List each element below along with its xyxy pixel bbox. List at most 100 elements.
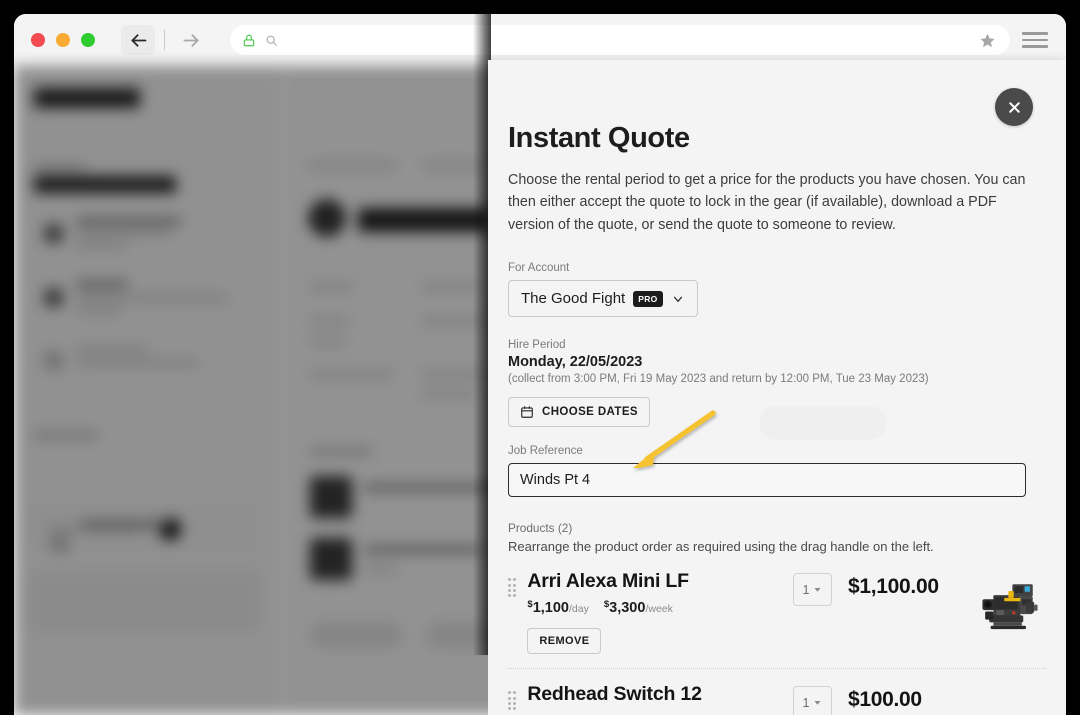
background-nav-icon bbox=[44, 351, 63, 370]
product-name: Redhead Switch 12 bbox=[527, 683, 702, 706]
products-section: Products (2) Rearrange the product order… bbox=[508, 521, 1046, 715]
browser-menu-button[interactable] bbox=[1022, 27, 1048, 53]
day-rate-value: 1,100 bbox=[532, 600, 569, 617]
product-day-rate: $1,100/day bbox=[527, 599, 588, 616]
product-image bbox=[982, 584, 1038, 630]
choose-dates-button[interactable]: CHOOSE DATES bbox=[508, 397, 650, 428]
background-section-label bbox=[34, 432, 98, 439]
background-list-icon bbox=[50, 534, 69, 553]
job-reference-field: Job Reference bbox=[508, 445, 1046, 498]
products-count-label: Products (2) bbox=[508, 521, 573, 536]
remove-product-button[interactable]: REMOVE bbox=[527, 628, 602, 655]
nav-divider bbox=[164, 30, 165, 50]
drag-dot bbox=[508, 707, 511, 711]
drag-dot bbox=[513, 691, 517, 695]
background-nav-icon bbox=[44, 288, 63, 307]
drag-dot bbox=[508, 702, 511, 706]
background-meta-value bbox=[422, 391, 476, 397]
for-account-label: For Account bbox=[508, 262, 570, 275]
product-row: Arri Alexa Mini LF $1,100/day $3,300/wee… bbox=[508, 554, 1046, 655]
account-name: The Good Fight bbox=[521, 290, 626, 308]
products-hint: Rearrange the product order as required … bbox=[508, 539, 934, 555]
browser-toolbar bbox=[14, 14, 1066, 66]
week-rate-unit: /week bbox=[645, 603, 673, 616]
star-icon bbox=[979, 33, 995, 47]
calendar-icon bbox=[521, 406, 533, 419]
window-maximize-button[interactable] bbox=[81, 33, 95, 47]
product-rates: $1,100/day $3,300/week bbox=[527, 599, 793, 616]
background-meta-value bbox=[422, 284, 478, 290]
caret-down-icon bbox=[814, 701, 821, 706]
background-avatar bbox=[308, 199, 346, 237]
drag-dot bbox=[508, 589, 511, 593]
arrow-right-icon bbox=[183, 33, 199, 47]
instant-quote-panel: Instant Quote Choose the rental period t… bbox=[488, 60, 1066, 715]
caret-down-icon bbox=[814, 588, 821, 593]
drag-dot bbox=[513, 589, 517, 593]
chevron-down-icon bbox=[673, 296, 682, 302]
arrow-left-icon bbox=[130, 33, 146, 47]
background-nav-text bbox=[76, 307, 122, 313]
background-breadcrumb bbox=[308, 162, 396, 168]
job-reference-input[interactable] bbox=[508, 463, 1026, 498]
background-product-meta bbox=[364, 566, 396, 572]
drag-dot bbox=[513, 578, 517, 582]
product-image bbox=[976, 685, 1046, 715]
product-quantity-select[interactable]: 1 bbox=[793, 686, 832, 715]
drag-handle[interactable] bbox=[508, 691, 517, 711]
back-button[interactable] bbox=[121, 25, 155, 55]
close-icon bbox=[1008, 101, 1020, 113]
background-nav-text bbox=[76, 242, 126, 248]
background-nav-text bbox=[76, 347, 148, 353]
product-price: $100.00 bbox=[848, 688, 922, 712]
hamburger-line bbox=[1022, 45, 1048, 48]
background-meta-label bbox=[310, 284, 352, 290]
product-row: Redhead Switch 12 1 $100.00 bbox=[508, 669, 1046, 715]
background-nav-text bbox=[76, 281, 128, 288]
drag-dot bbox=[508, 578, 511, 582]
drag-handle[interactable] bbox=[508, 578, 517, 598]
hire-period-date: Monday, 22/05/2023 bbox=[508, 354, 643, 371]
page-title: Instant Quote bbox=[508, 122, 690, 154]
background-eyebrow bbox=[34, 164, 86, 171]
background-search-badge bbox=[159, 518, 181, 540]
lock-icon bbox=[243, 34, 255, 46]
panel-description: Choose the rental period to get a price … bbox=[508, 172, 1026, 233]
background-nav-text bbox=[76, 230, 170, 236]
pro-badge: PRO bbox=[633, 290, 663, 307]
background-search-text bbox=[48, 525, 140, 531]
window-close-button[interactable] bbox=[31, 33, 45, 47]
background-product-name bbox=[364, 546, 482, 553]
background-logo bbox=[34, 88, 140, 108]
screenshot-root: Instant Quote Choose the rental period t… bbox=[0, 0, 1080, 715]
close-modal-button[interactable] bbox=[995, 88, 1033, 126]
week-rate-value: 3,300 bbox=[609, 600, 646, 617]
account-select[interactable]: The Good Fight PRO bbox=[508, 280, 698, 318]
choose-dates-label: CHOOSE DATES bbox=[542, 406, 638, 419]
product-quantity-value: 1 bbox=[802, 695, 810, 710]
drag-dot bbox=[508, 696, 511, 700]
background-nav-icon bbox=[44, 224, 63, 243]
window-minimize-button[interactable] bbox=[56, 33, 70, 47]
background-product-thumb bbox=[310, 476, 352, 518]
hire-period-label: Hire Period bbox=[508, 339, 566, 352]
drag-dot bbox=[508, 691, 511, 695]
address-bar[interactable] bbox=[230, 25, 1010, 55]
product-name: Arri Alexa Mini LF bbox=[527, 570, 689, 593]
background-page-title bbox=[358, 208, 490, 232]
product-quantity-select[interactable]: 1 bbox=[793, 573, 832, 607]
bookmark-star-button[interactable] bbox=[976, 29, 998, 51]
arri-alexa-mini-lf-camera-icon bbox=[982, 584, 1038, 630]
forward-button[interactable] bbox=[174, 25, 208, 55]
day-rate-unit: /day bbox=[568, 603, 589, 616]
product-week-rate: $3,300/week bbox=[604, 599, 673, 616]
drag-dot bbox=[513, 702, 517, 706]
hamburger-line bbox=[1022, 32, 1048, 35]
background-search-box bbox=[34, 506, 254, 548]
drag-dot bbox=[513, 583, 517, 587]
product-quantity-value: 1 bbox=[802, 582, 810, 597]
hire-period-detail: (collect from 3:00 PM, Fri 19 May 2023 a… bbox=[508, 373, 929, 386]
search-icon bbox=[266, 35, 277, 46]
window-traffic-lights bbox=[31, 33, 95, 47]
browser-nav-group bbox=[121, 25, 208, 55]
